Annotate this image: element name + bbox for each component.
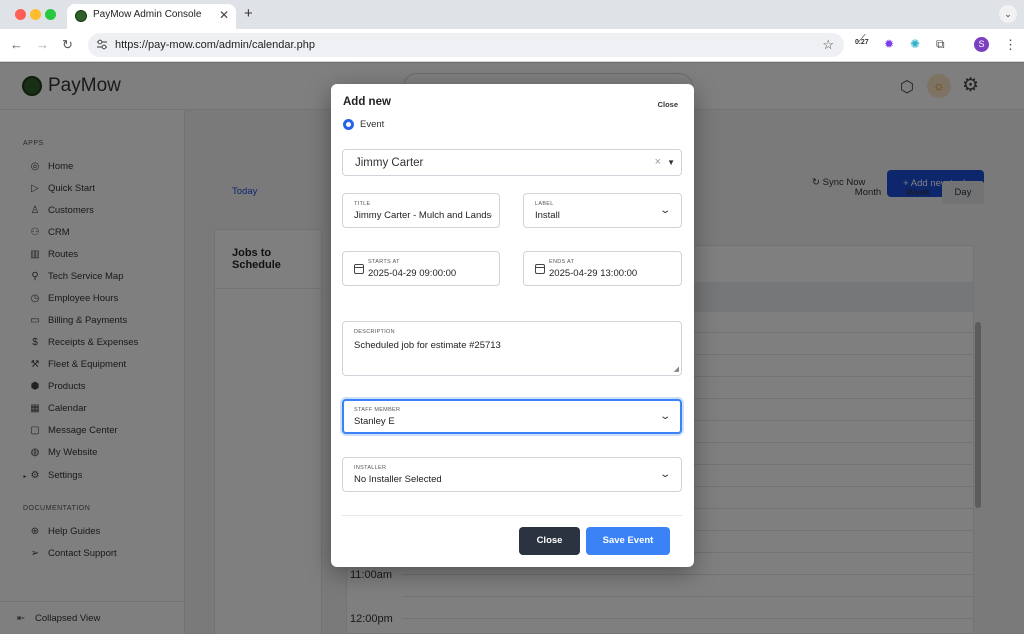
extensions-puzzle-icon[interactable]: ⧉ — [936, 37, 945, 52]
title-label: TITLE — [354, 201, 371, 207]
description-textarea[interactable]: DESCRIPTION Scheduled job for estimate #… — [342, 321, 682, 376]
bookmark-star-icon[interactable]: ☆ — [822, 37, 834, 53]
title-field[interactable]: TITLE Jimmy Carter - Mulch and Landscapi… — [342, 193, 500, 228]
browser-menu-icon[interactable]: ⋮ — [1004, 37, 1017, 53]
tab-search-button[interactable]: ⌄ — [999, 5, 1017, 23]
profile-avatar[interactable]: S — [974, 37, 989, 52]
calendar-icon — [535, 264, 545, 274]
ends-at-field[interactable]: ENDS AT 2025-04-29 13:00:00 — [523, 251, 682, 286]
chevron-down-icon: ⌄ — [658, 411, 671, 422]
close-button[interactable]: Close — [519, 527, 580, 555]
starts-at-label: STARTS AT — [368, 259, 400, 265]
staff-member-select[interactable]: STAFF MEMBER Stanley E ⌄ — [342, 399, 682, 434]
browser-toolbar: ← → ↻ https://pay-mow.com/admin/calendar… — [0, 29, 1024, 62]
starts-at-field[interactable]: STARTS AT 2025-04-29 09:00:00 — [342, 251, 500, 286]
forward-icon[interactable]: → — [36, 37, 49, 52]
add-new-modal: Add new Close Event Jimmy Carter × ▼ TIT… — [331, 84, 694, 567]
new-tab-button[interactable]: + — [244, 5, 253, 22]
starts-at-input[interactable]: 2025-04-29 09:00:00 — [368, 268, 456, 279]
installer-label: INSTALLER — [354, 465, 387, 471]
extension-react-icon[interactable]: ✺ — [910, 37, 920, 51]
event-radio-label[interactable]: Event — [360, 119, 384, 130]
title-input[interactable]: Jimmy Carter - Mulch and Landscaping — [354, 210, 492, 221]
extension-badge: 0.27 — [855, 39, 869, 46]
event-radio[interactable] — [343, 119, 354, 130]
resize-handle-icon[interactable]: ◢ — [674, 365, 679, 373]
tab-close-icon[interactable]: ✕ — [219, 8, 229, 22]
description-label: DESCRIPTION — [354, 329, 395, 335]
divider — [342, 515, 682, 516]
clear-icon[interactable]: × — [655, 156, 661, 168]
ends-at-label: ENDS AT — [549, 259, 575, 265]
description-input[interactable]: Scheduled job for estimate #25713 — [354, 340, 501, 351]
save-event-button[interactable]: Save Event — [586, 527, 670, 555]
label-value: Install — [535, 210, 560, 221]
customer-value: Jimmy Carter — [355, 157, 424, 169]
ends-at-input[interactable]: 2025-04-29 13:00:00 — [549, 268, 637, 279]
extension-gear-icon[interactable]: ✹ — [884, 37, 894, 51]
window-close-button[interactable] — [15, 9, 26, 20]
label-label: LABEL — [535, 201, 554, 207]
chevron-down-icon: ⌄ — [658, 469, 671, 480]
window-maximize-button[interactable] — [45, 9, 56, 20]
reload-icon[interactable]: ↻ — [62, 37, 73, 53]
staff-member-value: Stanley E — [354, 416, 395, 427]
caret-down-icon[interactable]: ▼ — [667, 158, 675, 167]
staff-member-label: STAFF MEMBER — [354, 407, 401, 413]
modal-close-link[interactable]: Close — [658, 100, 678, 109]
installer-value: No Installer Selected — [354, 474, 442, 485]
calendar-icon — [354, 264, 364, 274]
customer-select[interactable]: Jimmy Carter × ▼ — [342, 149, 682, 176]
browser-tab[interactable]: PayMow Admin Console ✕ — [67, 4, 236, 29]
tab-title: PayMow Admin Console — [93, 9, 202, 20]
modal-title: Add new — [343, 96, 391, 108]
favicon-icon — [75, 10, 87, 22]
window-minimize-button[interactable] — [30, 9, 41, 20]
chevron-down-icon: ⌄ — [658, 205, 671, 216]
site-settings-icon[interactable] — [96, 39, 108, 50]
browser-tab-strip: PayMow Admin Console ✕ + ⌄ — [0, 0, 1024, 29]
label-select[interactable]: LABEL Install ⌄ — [523, 193, 682, 228]
address-bar[interactable]: https://pay-mow.com/admin/calendar.php ☆ — [88, 33, 844, 57]
url-text: https://pay-mow.com/admin/calendar.php — [115, 39, 315, 51]
installer-select[interactable]: INSTALLER No Installer Selected ⌄ — [342, 457, 682, 492]
back-icon[interactable]: ← — [10, 37, 23, 52]
